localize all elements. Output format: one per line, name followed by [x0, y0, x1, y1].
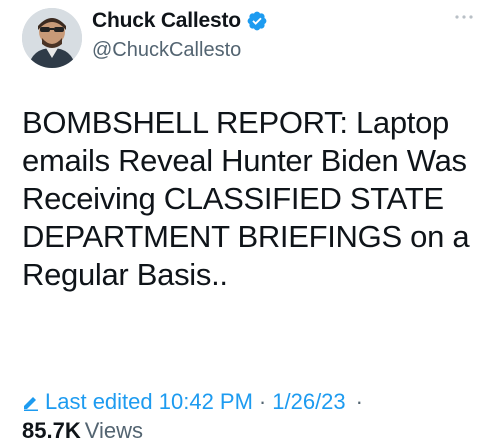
- pencil-icon: [24, 397, 38, 411]
- more-options-icon[interactable]: [454, 12, 474, 22]
- edit-info-row[interactable]: Last edited 10:42 PM · 1/26/23 ·: [22, 389, 363, 415]
- views-row: 85.7K Views: [22, 418, 143, 444]
- views-count: 85.7K: [22, 418, 81, 443]
- edit-separator: ·: [258, 389, 267, 414]
- verified-badge-icon: [247, 11, 267, 31]
- edit-label[interactable]: Last edited 10:42 PM: [45, 389, 253, 415]
- views-label: Views: [84, 418, 144, 443]
- tweet-card: Chuck Callesto @ChuckCallesto BOMBSHELL …: [0, 0, 500, 443]
- trailing-separator: ·: [355, 389, 363, 414]
- author-name-row[interactable]: Chuck Callesto: [92, 9, 268, 33]
- author-handle[interactable]: @ChuckCallesto: [92, 39, 241, 62]
- avatar[interactable]: [22, 8, 82, 68]
- tweet-text: BOMBSHELL REPORT: Laptop emails Reveal H…: [22, 105, 478, 292]
- edit-date[interactable]: 1/26/23: [272, 389, 345, 415]
- display-name[interactable]: Chuck Callesto: [92, 9, 241, 33]
